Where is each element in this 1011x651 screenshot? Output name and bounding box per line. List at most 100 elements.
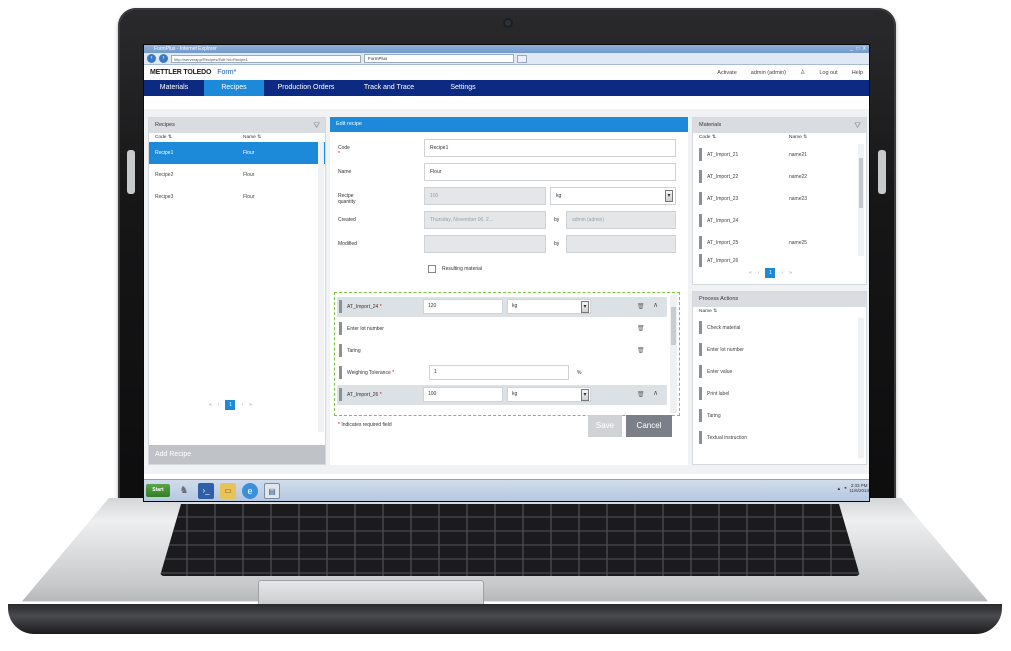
recipe-row[interactable]: Recipe2 Flour bbox=[149, 164, 325, 186]
folder-icon[interactable]: ▭ bbox=[220, 483, 236, 499]
logout-link[interactable]: Log out bbox=[819, 70, 837, 76]
drag-handle-icon[interactable] bbox=[699, 321, 702, 334]
drag-handle-icon[interactable] bbox=[699, 148, 702, 161]
prev-page-icon[interactable]: ‹ bbox=[758, 270, 760, 276]
drag-handle-icon[interactable] bbox=[699, 192, 702, 205]
drag-handle-icon[interactable] bbox=[699, 343, 702, 356]
clock[interactable]: 2:33 PM 11/6/2013 bbox=[849, 483, 869, 493]
tab-track-and-trace[interactable]: Track and Trace bbox=[348, 80, 430, 96]
drag-handle-icon[interactable] bbox=[339, 388, 342, 401]
back-icon[interactable]: ‹ bbox=[147, 54, 156, 63]
chevron-down-icon[interactable]: ▾ bbox=[665, 190, 673, 202]
add-recipe-button[interactable]: Add Recipe bbox=[149, 445, 325, 464]
collapse-icon[interactable]: ∧ bbox=[653, 301, 658, 309]
collapse-icon[interactable]: ∧ bbox=[653, 389, 658, 397]
user-name[interactable]: admin (admin) bbox=[751, 70, 786, 76]
recipe-quantity-input[interactable]: 100 bbox=[424, 187, 546, 205]
chevron-down-icon[interactable]: ▾ bbox=[581, 301, 589, 313]
page-number[interactable]: 1 bbox=[225, 400, 236, 410]
drag-handle-icon[interactable] bbox=[699, 170, 702, 183]
help-link[interactable]: Help bbox=[852, 70, 863, 76]
material-step-row[interactable]: AT_Import_26 * 100 kg ▾ 🗑 ∧ bbox=[337, 385, 667, 405]
browser-tab[interactable]: FormPlus bbox=[364, 54, 514, 63]
process-actions-scrollbar[interactable] bbox=[858, 318, 864, 458]
material-quantity-input[interactable]: 120 bbox=[423, 299, 503, 314]
drag-handle-icon[interactable] bbox=[699, 254, 702, 267]
drag-handle-icon[interactable] bbox=[339, 322, 342, 335]
material-row[interactable]: AT_Import_23 name23 bbox=[699, 188, 855, 210]
process-action-row[interactable]: Enter value bbox=[699, 362, 849, 382]
process-action-row[interactable]: Print label bbox=[699, 384, 849, 404]
next-page-icon[interactable]: › bbox=[781, 270, 783, 276]
column-header-code[interactable]: Code ⇅ bbox=[155, 133, 243, 142]
network-icon[interactable]: ▲ bbox=[837, 486, 841, 491]
material-row[interactable]: AT_Import_22 name22 bbox=[699, 166, 855, 188]
code-input[interactable]: Recipe1 bbox=[424, 139, 676, 157]
process-action-row[interactable]: Textual instruction bbox=[699, 428, 849, 448]
start-button[interactable]: Start bbox=[146, 484, 170, 497]
drag-handle-icon[interactable] bbox=[699, 387, 702, 400]
column-header-name[interactable]: Name ⇅ bbox=[789, 133, 807, 142]
process-action-row[interactable]: Check material bbox=[699, 318, 849, 338]
drag-handle-icon[interactable] bbox=[339, 300, 342, 313]
trash-icon[interactable]: 🗑 bbox=[637, 347, 645, 354]
volume-icon[interactable]: ◂ bbox=[844, 485, 846, 491]
drag-handle-icon[interactable] bbox=[699, 365, 702, 378]
quantity-unit-select[interactable]: kg bbox=[550, 187, 676, 205]
prev-page-icon[interactable]: ‹ bbox=[218, 402, 220, 408]
last-page-icon[interactable]: » bbox=[789, 270, 792, 276]
material-row[interactable]: AT_Import_24 bbox=[699, 210, 855, 232]
trash-icon[interactable]: 🗑 bbox=[637, 303, 645, 310]
filter-icon[interactable]: ⛛ bbox=[313, 121, 320, 130]
tab-recipes[interactable]: Recipes bbox=[204, 80, 264, 96]
tab-materials[interactable]: Materials bbox=[144, 80, 204, 96]
drag-handle-icon[interactable] bbox=[699, 431, 702, 444]
name-input[interactable]: Flour bbox=[424, 163, 676, 181]
drag-handle-icon[interactable] bbox=[339, 344, 342, 357]
new-tab-button[interactable] bbox=[517, 54, 527, 63]
tolerance-input[interactable]: 1 bbox=[429, 365, 569, 380]
recipe-row[interactable]: Recipe3 Flour bbox=[149, 186, 325, 208]
application-icon[interactable]: ▤ bbox=[264, 483, 280, 499]
activate-link[interactable]: Activate bbox=[717, 70, 737, 76]
drag-handle-icon[interactable] bbox=[339, 366, 342, 379]
tab-settings[interactable]: Settings bbox=[430, 80, 496, 96]
process-action-row[interactable]: Taring bbox=[699, 406, 849, 426]
chevron-down-icon[interactable]: ▾ bbox=[581, 389, 589, 401]
address-bar[interactable]: http://serverapp/Recipes/Edit?id=Recipe1 bbox=[171, 54, 361, 63]
drag-handle-icon[interactable] bbox=[699, 409, 702, 422]
internet-explorer-icon[interactable]: e bbox=[242, 483, 258, 499]
action-step-row[interactable]: Enter lot number 🗑 bbox=[337, 319, 667, 339]
next-page-icon[interactable]: › bbox=[241, 402, 243, 408]
materials-scrollbar[interactable] bbox=[858, 144, 864, 256]
scrollbar-thumb[interactable] bbox=[671, 307, 676, 345]
trash-icon[interactable]: 🗑 bbox=[637, 391, 645, 398]
trash-icon[interactable]: 🗑 bbox=[637, 325, 645, 332]
drag-handle-icon[interactable] bbox=[699, 214, 702, 227]
resulting-material-checkbox[interactable] bbox=[428, 265, 436, 273]
filter-icon[interactable]: ⛛ bbox=[854, 121, 861, 130]
window-controls[interactable]: _ □ X bbox=[850, 45, 867, 53]
material-unit-select[interactable]: kg bbox=[507, 387, 591, 402]
action-step-row[interactable]: Taring 🗑 bbox=[337, 341, 667, 361]
recipes-scrollbar[interactable] bbox=[318, 142, 324, 432]
first-page-icon[interactable]: « bbox=[749, 270, 752, 276]
drag-handle-icon[interactable] bbox=[699, 236, 702, 249]
material-row[interactable]: AT_Import_21 name21 bbox=[699, 144, 855, 166]
steps-scrollbar[interactable] bbox=[670, 295, 677, 413]
cancel-button[interactable]: Cancel bbox=[626, 415, 672, 437]
material-unit-select[interactable]: kg bbox=[507, 299, 591, 314]
last-page-icon[interactable]: » bbox=[249, 402, 252, 408]
page-number[interactable]: 1 bbox=[765, 268, 776, 278]
scrollbar-thumb[interactable] bbox=[859, 158, 863, 208]
first-page-icon[interactable]: « bbox=[209, 402, 212, 408]
forward-icon[interactable]: › bbox=[159, 54, 168, 63]
server-manager-icon[interactable]: ♞ bbox=[176, 483, 192, 499]
material-quantity-input[interactable]: 100 bbox=[423, 387, 503, 402]
recipe-row[interactable]: Recipe1 Flour bbox=[149, 142, 325, 164]
column-header-name[interactable]: Name ⇅ bbox=[243, 133, 261, 142]
column-header-name[interactable]: Name ⇅ bbox=[699, 307, 717, 316]
powershell-icon[interactable]: ›_ bbox=[198, 483, 214, 499]
save-button[interactable]: Save bbox=[588, 415, 622, 437]
material-step-row[interactable]: AT_Import_24 * 120 kg ▾ 🗑 ∧ bbox=[337, 297, 667, 317]
